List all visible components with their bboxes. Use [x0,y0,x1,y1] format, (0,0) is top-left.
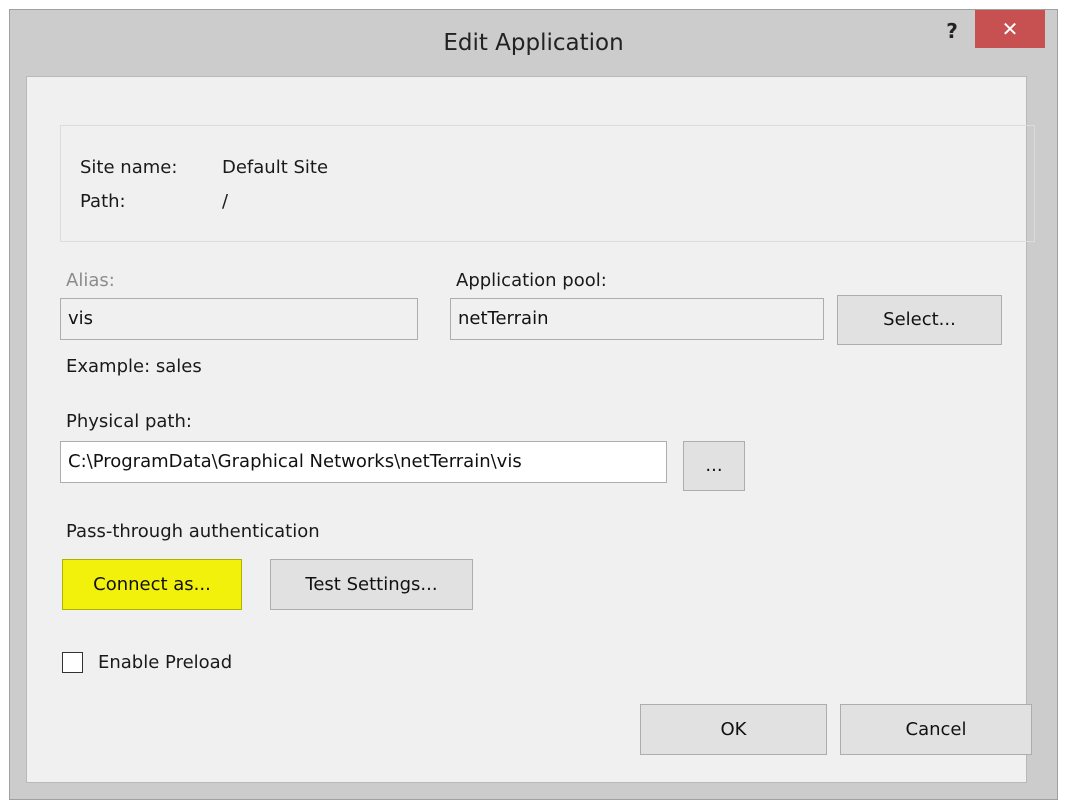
physical-path-field[interactable]: C:\ProgramData\Graphical Networks\netTer… [60,441,667,483]
connect-as-button[interactable]: Connect as... [62,559,242,610]
site-name-value: Default Site [222,157,329,178]
alias-example: Example: sales [66,356,202,377]
edit-application-dialog: Edit Application ? ✕ Site name: Default … [9,9,1058,800]
enable-preload-checkbox[interactable] [62,652,83,673]
dialog-body: Site name: Default Site Path: / Alias: v… [26,76,1035,783]
close-button[interactable]: ✕ [975,10,1045,48]
alias-field[interactable]: vis [60,298,418,340]
path-label: Path: [80,191,126,212]
enable-preload-label: Enable Preload [98,652,233,673]
select-button[interactable]: Select... [837,295,1002,345]
dialog-title: Edit Application [443,30,624,56]
ok-button[interactable]: OK [640,704,827,755]
path-value: / [222,191,229,212]
title-bar[interactable]: Edit Application ? ✕ [10,10,1057,76]
pass-through-auth-label: Pass-through authentication [66,521,320,542]
application-pool-label: Application pool: [456,270,607,291]
cancel-button[interactable]: Cancel [840,704,1032,755]
site-info-panel: Site name: Default Site Path: / [60,125,1035,242]
physical-path-label: Physical path: [66,411,192,432]
test-settings-button[interactable]: Test Settings... [270,559,473,610]
help-button[interactable]: ? [932,16,972,46]
site-name-label: Site name: [80,157,178,178]
close-icon: ✕ [1001,17,1019,41]
alias-label: Alias: [66,270,115,291]
application-pool-field[interactable]: netTerrain [450,298,824,340]
browse-button[interactable]: ... [683,441,745,491]
